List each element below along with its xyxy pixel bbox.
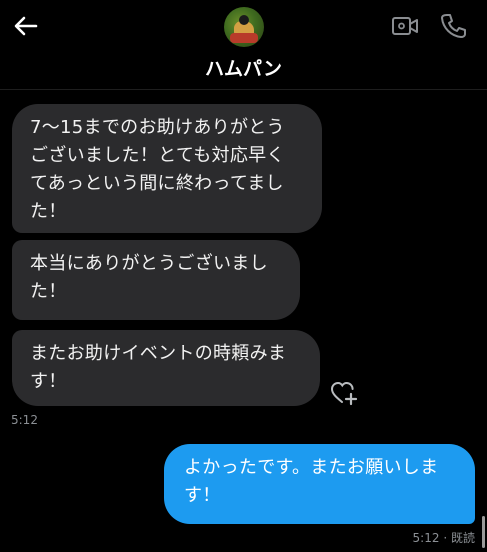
status-separator: · (443, 531, 448, 545)
read-status: 既読 (450, 531, 475, 545)
add-reaction-heart-icon[interactable] (330, 380, 358, 406)
scrollbar[interactable] (482, 516, 485, 548)
sent-status: 5:12 · 既読 (413, 529, 475, 546)
back-arrow-icon[interactable] (10, 10, 42, 42)
received-timestamp: 5:12 (11, 413, 38, 427)
contact-name[interactable]: ハムパン (0, 54, 487, 81)
sent-message-bubble[interactable]: よかったです。またお願いしま す！ (164, 444, 475, 524)
received-message-bubble[interactable]: 7～15までのお助けありがとう ございました！とても対応早く てあっという間に終… (12, 104, 322, 233)
received-message-bubble[interactable]: 本当にありがとうございまし た！ (12, 240, 300, 320)
video-call-icon[interactable] (391, 14, 419, 38)
header-divider (0, 89, 487, 90)
sent-timestamp: 5:12 (412, 531, 440, 545)
conversation-header: ハムパン (0, 0, 487, 90)
contact-avatar[interactable] (224, 7, 264, 47)
received-message-bubble[interactable]: またお助けイベントの時頼みま す！ (12, 330, 320, 406)
phone-icon[interactable] (440, 12, 466, 40)
